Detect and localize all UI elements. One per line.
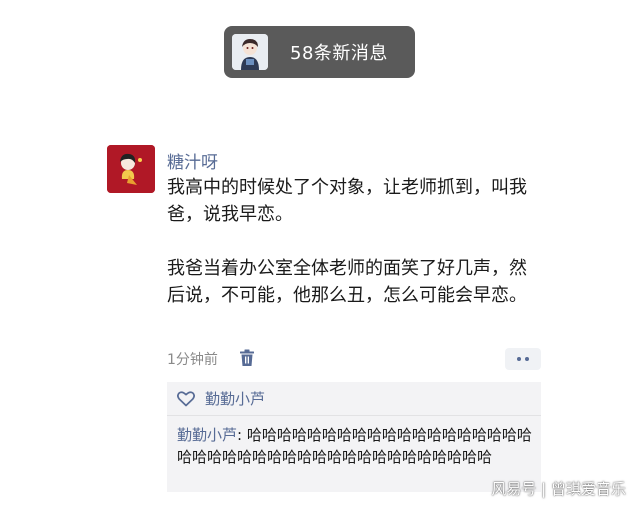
comment-separator: :: [237, 426, 247, 444]
author-avatar[interactable]: [107, 145, 155, 193]
heart-icon: [177, 390, 195, 407]
trash-icon[interactable]: [239, 349, 255, 367]
interaction-panel: 勤勤小芦 勤勤小芦: 哈哈哈哈哈哈哈哈哈哈哈哈哈哈哈哈哈哈哈哈哈哈哈哈哈哈哈哈哈…: [167, 382, 541, 492]
post-paragraph: 我高中的时候处了个对象，让老师抓到，叫我爸，说我早恋。: [167, 177, 527, 225]
post-content: 我高中的时候处了个对象，让老师抓到，叫我爸，说我早恋。 我爸当着办公室全体老师的…: [167, 174, 537, 309]
comment-author[interactable]: 勤勤小芦: [177, 426, 237, 444]
like-user-name[interactable]: 勤勤小芦: [205, 388, 265, 409]
author-name[interactable]: 糖汁呀: [167, 148, 218, 173]
moments-page: 58条新消息 糖汁呀 我高中的时候处了个对象，让老师抓到，叫我爸，说我早恋。 我…: [0, 0, 640, 509]
watermark: 风易号 | 曾琪爱音乐: [491, 480, 626, 498]
new-messages-button[interactable]: 58条新消息: [224, 26, 415, 78]
avatar-cartoon-icon: [232, 34, 268, 70]
comment-item[interactable]: 勤勤小芦: 哈哈哈哈哈哈哈哈哈哈哈哈哈哈哈哈哈哈哈哈哈哈哈哈哈哈哈哈哈哈哈哈哈哈…: [167, 416, 541, 468]
likes-row: 勤勤小芦: [167, 382, 541, 416]
post-time: 1分钟前: [167, 352, 218, 368]
post-paragraph: 我爸当着办公室全体老师的面笑了好几声，然后说，不可能，他那么丑，怎么可能会早恋。: [167, 258, 527, 306]
more-dots-icon[interactable]: [505, 348, 541, 370]
new-messages-label: 58条新消息: [290, 43, 388, 64]
